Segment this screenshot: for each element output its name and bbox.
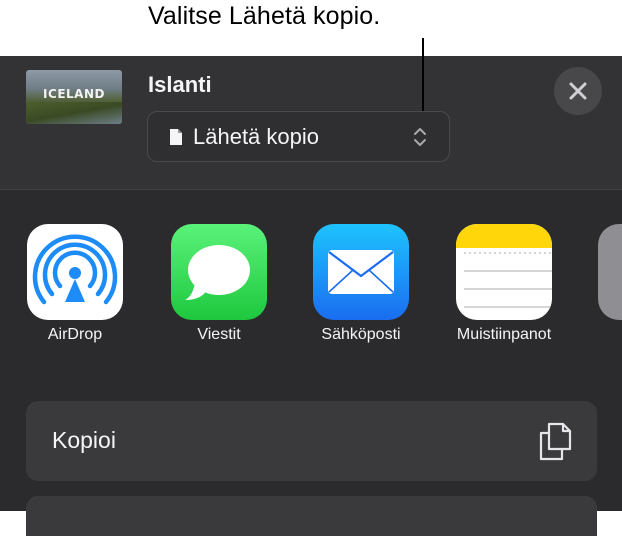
document-thumbnail: ICELAND: [26, 70, 122, 124]
app-messages[interactable]: Viestit: [154, 224, 284, 344]
more-apps-partial[interactable]: [598, 224, 622, 320]
notes-icon: [456, 224, 552, 320]
airdrop-icon: [27, 224, 123, 320]
app-notes[interactable]: Muistiinpanot: [439, 224, 569, 344]
close-button[interactable]: [554, 67, 602, 115]
copy-label: Kopioi: [52, 427, 116, 453]
document-title: Islanti: [148, 72, 212, 97]
next-action-partial[interactable]: [26, 496, 597, 536]
share-sheet: ICELAND Islanti Lähetä kopio AirDrop Vie…: [0, 56, 622, 536]
app-mail[interactable]: Sähköposti: [296, 224, 426, 344]
dropdown-label: Lähetä kopio: [193, 124, 319, 149]
chevron-up-down-icon: [414, 128, 426, 146]
app-airdrop[interactable]: AirDrop: [10, 224, 140, 344]
document-icon: [170, 129, 182, 145]
mail-icon: [313, 224, 409, 320]
callout-line: [422, 38, 424, 111]
thumbnail-text: ICELAND: [43, 87, 105, 101]
app-row: AirDrop Viestit Sähköposti Muistiinpanot: [0, 224, 622, 354]
messages-icon: [171, 224, 267, 320]
app-label: Viestit: [197, 326, 241, 343]
app-label: AirDrop: [47, 326, 103, 343]
share-header: ICELAND Islanti Lähetä kopio: [0, 56, 622, 190]
close-icon: [569, 82, 587, 100]
app-label: Muistiinpanot: [456, 326, 552, 343]
send-copy-dropdown[interactable]: Lähetä kopio: [147, 111, 450, 162]
copy-icon: [539, 422, 572, 461]
copy-action[interactable]: Kopioi: [26, 401, 597, 481]
app-label: Sähköposti: [321, 326, 401, 343]
callout-text: Valitse Lähetä kopio.: [148, 2, 381, 30]
